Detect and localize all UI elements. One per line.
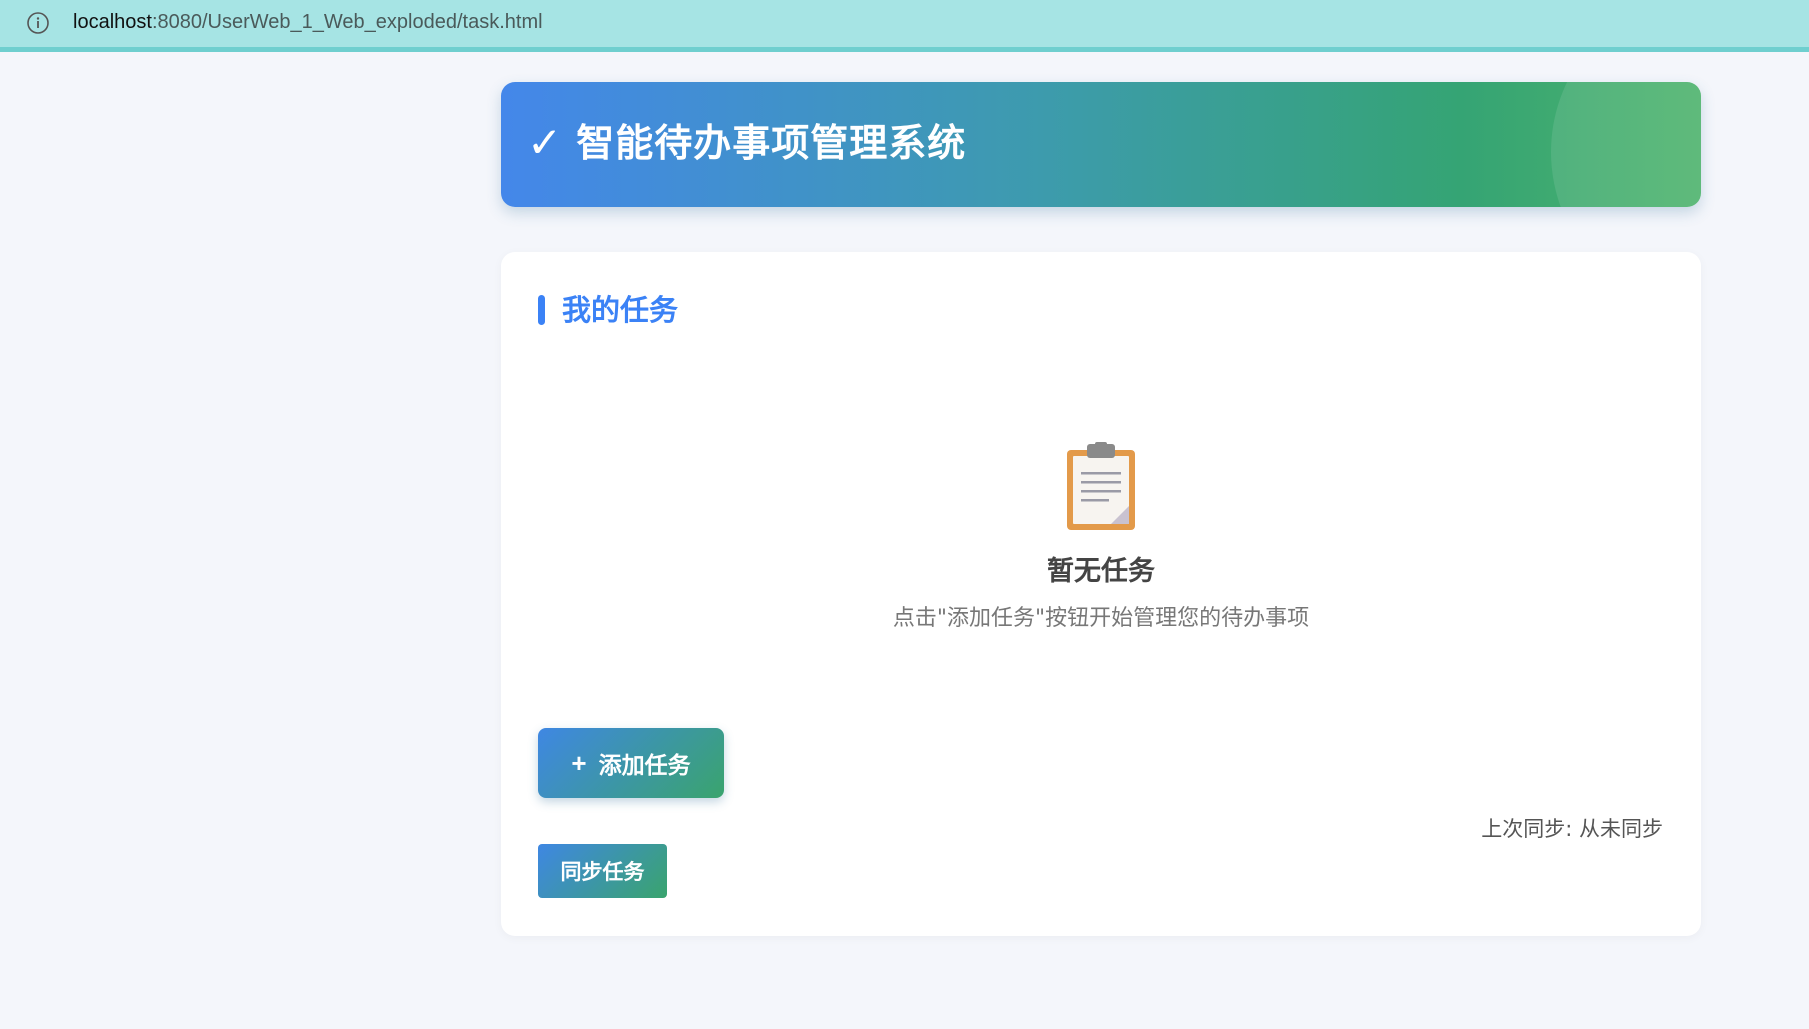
task-card: 我的任务 暂无任务 点击"添加任务"按钮开始管理您的待办事项 + 添加任务 上次…	[501, 252, 1701, 936]
section-title: 我的任务	[562, 293, 679, 327]
empty-state-description: 点击"添加任务"按钮开始管理您的待办事项	[892, 606, 1310, 631]
add-task-button[interactable]: + 添加任务	[538, 728, 724, 798]
app-header-banner: ✓ 智能待办事项管理系统	[501, 82, 1701, 207]
decorative-circle	[1551, 82, 1701, 207]
plus-icon: +	[571, 748, 587, 778]
url-host: localhost	[73, 11, 152, 33]
add-task-label: 添加任务	[598, 752, 691, 778]
url-path: :8080/UserWeb_1_Web_exploded/task.html	[151, 11, 543, 33]
checkmark-icon: ✓	[527, 118, 563, 167]
last-sync-status: 上次同步: 从未同步	[1481, 817, 1663, 841]
empty-state-title: 暂无任务	[1047, 556, 1155, 587]
app-title: 智能待办事项管理系统	[576, 121, 967, 165]
empty-state: 暂无任务 点击"添加任务"按钮开始管理您的待办事项	[501, 442, 1701, 634]
sync-tasks-label: 同步任务	[560, 861, 645, 884]
browser-address-bar: localhost:8080/UserWeb_1_Web_exploded/ta…	[0, 0, 1809, 52]
info-icon[interactable]	[26, 11, 50, 35]
app-title-group: ✓ 智能待办事项管理系统	[527, 118, 966, 168]
url-field[interactable]: localhost:8080/UserWeb_1_Web_exploded/ta…	[73, 9, 543, 35]
clipboard-icon	[1067, 442, 1135, 530]
section-accent-bar	[538, 295, 545, 325]
sync-tasks-button[interactable]: 同步任务	[538, 844, 667, 898]
section-header: 我的任务	[538, 292, 678, 328]
